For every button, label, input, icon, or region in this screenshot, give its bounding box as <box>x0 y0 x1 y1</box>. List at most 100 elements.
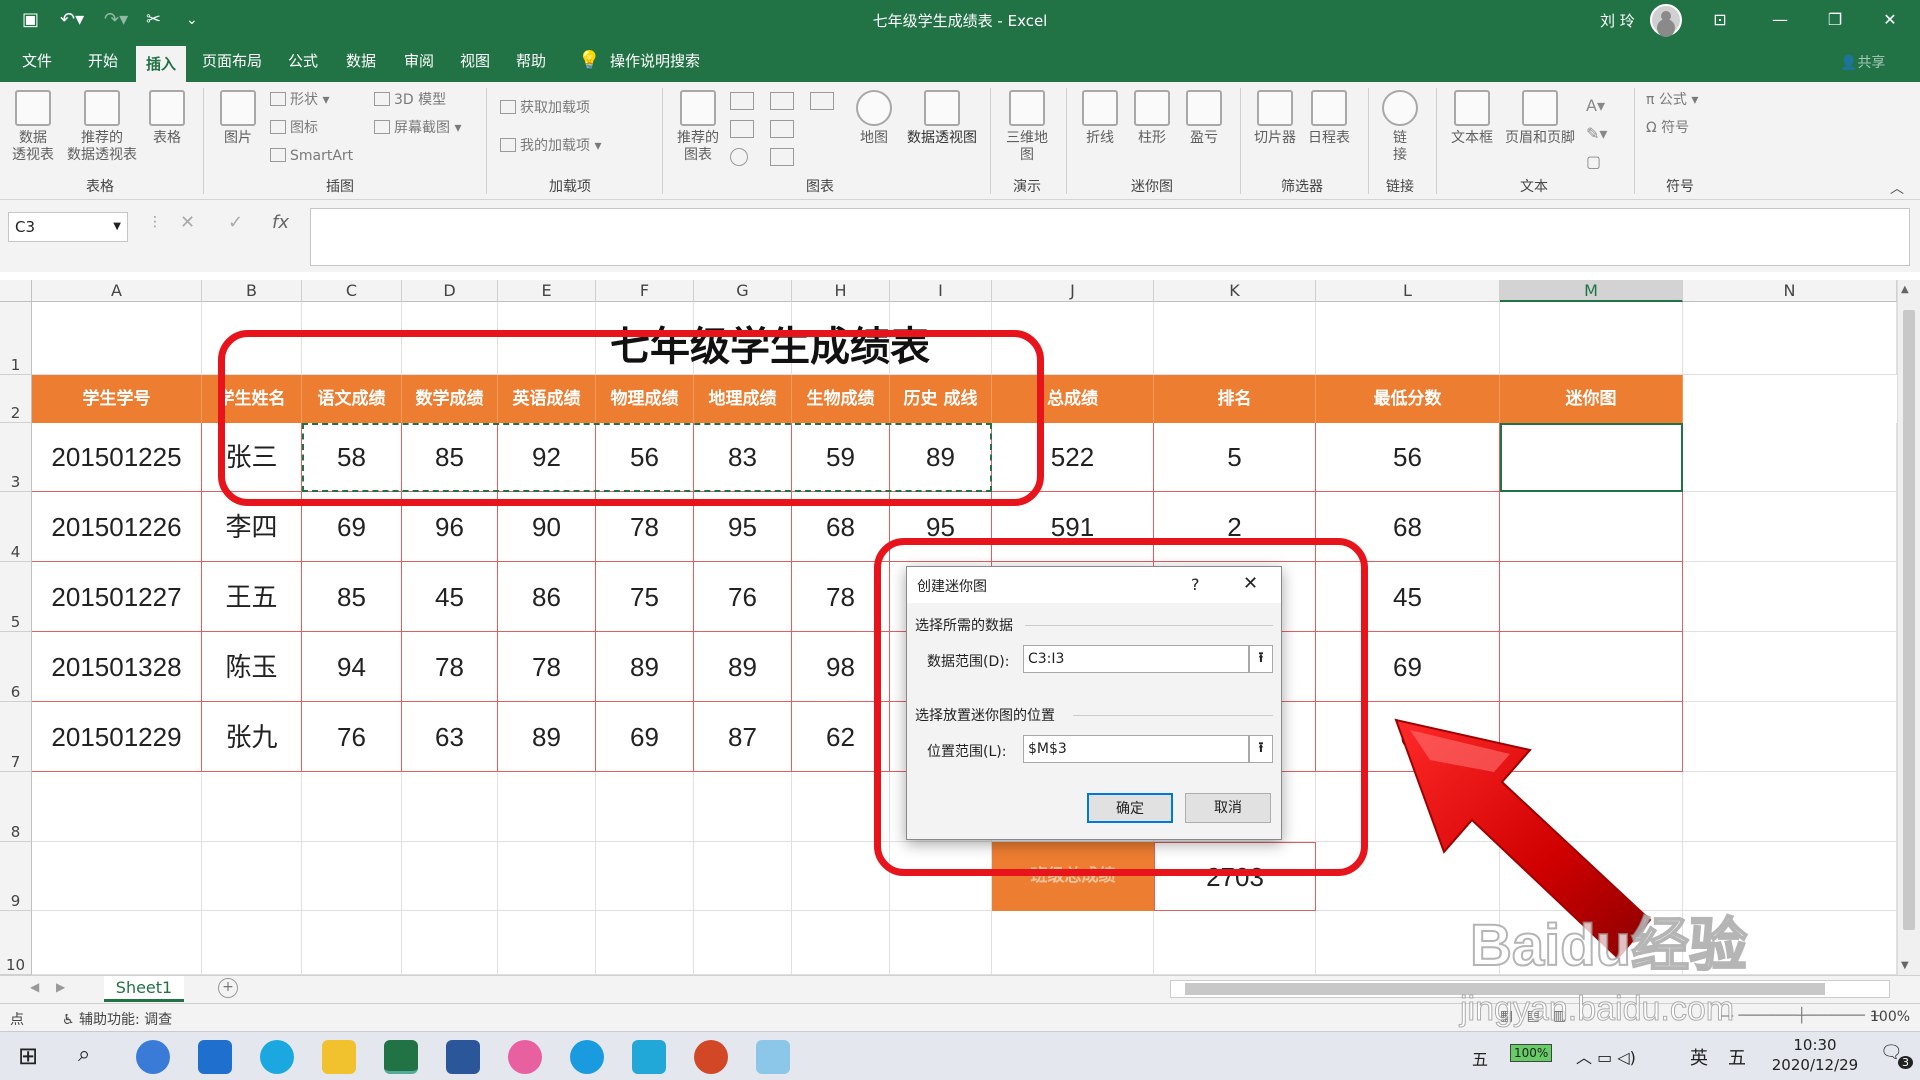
restore-icon[interactable]: ❐ <box>1815 6 1855 34</box>
cell[interactable] <box>302 772 402 842</box>
column-header-A[interactable]: A <box>32 280 202 302</box>
tab-help[interactable]: 帮助 <box>506 40 556 82</box>
clock-time[interactable]: 10:30 <box>1770 1036 1860 1054</box>
row-header-7[interactable]: 7 <box>0 702 32 772</box>
data-cell[interactable]: 85 <box>302 562 402 632</box>
cell[interactable] <box>32 911 202 975</box>
row-header-6[interactable]: 6 <box>0 632 32 702</box>
battery-indicator[interactable]: 100% <box>1510 1044 1553 1062</box>
cell[interactable] <box>1316 302 1500 375</box>
data-cell[interactable]: 王五 <box>202 562 302 632</box>
data-cell[interactable] <box>1500 632 1683 702</box>
link-button[interactable]: 链 接 <box>1378 90 1422 164</box>
scroll-up-icon[interactable]: ▲ <box>1901 284 1909 295</box>
name-box[interactable]: C3 ▼ <box>8 212 128 242</box>
sparkline-column-button[interactable]: 柱形 <box>1130 90 1174 147</box>
file-explorer-icon[interactable] <box>322 1040 356 1074</box>
cell[interactable] <box>32 772 202 842</box>
data-cell[interactable]: 94 <box>302 632 402 702</box>
data-cell[interactable]: 69 <box>596 702 694 772</box>
column-header-E[interactable]: E <box>498 280 596 302</box>
help-icon[interactable]: ? <box>1191 575 1200 594</box>
screenshot-button[interactable]: 屏幕截图 ▾ <box>374 118 461 138</box>
cell[interactable] <box>32 842 202 911</box>
data-cell[interactable] <box>1500 492 1683 562</box>
data-cell[interactable]: 86 <box>498 562 596 632</box>
row-header-5[interactable]: 5 <box>0 562 32 632</box>
location-range-collapse-button[interactable]: ⭱ <box>1249 735 1273 763</box>
app-l-icon[interactable] <box>136 1040 170 1074</box>
data-cell[interactable]: 76 <box>302 702 402 772</box>
data-cell[interactable]: 陈玉 <box>202 632 302 702</box>
column-header-C[interactable]: C <box>302 280 402 302</box>
column-chart-icon[interactable] <box>730 92 754 110</box>
tab-data[interactable]: 数据 <box>336 40 386 82</box>
recommended-pivot-button[interactable]: 推荐的 数据透视表 <box>62 90 142 164</box>
icons-button[interactable]: 图标 <box>270 118 318 138</box>
cell[interactable] <box>1683 423 1897 492</box>
cell[interactable] <box>202 772 302 842</box>
row-header-9[interactable]: 9 <box>0 842 32 911</box>
windows-start-icon[interactable]: ⊞ <box>18 1042 38 1070</box>
column-header-G[interactable]: G <box>694 280 792 302</box>
minimize-icon[interactable]: — <box>1760 6 1800 34</box>
textbox-button[interactable]: 文本框 <box>1448 90 1496 147</box>
word-icon[interactable] <box>446 1040 480 1074</box>
row-header-8[interactable]: 8 <box>0 772 32 842</box>
chart-types-gallery[interactable] <box>730 92 840 166</box>
collapse-ribbon-icon[interactable]: ︿ <box>1890 178 1904 198</box>
data-cell[interactable] <box>1500 562 1683 632</box>
data-cell[interactable]: 87 <box>694 702 792 772</box>
data-cell[interactable]: 63 <box>402 702 498 772</box>
tell-me-search[interactable]: 操作说明搜索 <box>600 40 710 82</box>
data-cell[interactable]: 201501229 <box>32 702 202 772</box>
scatter-chart-icon[interactable] <box>770 148 794 166</box>
header-cell[interactable]: 排名 <box>1154 375 1316 423</box>
column-header-L[interactable]: L <box>1316 280 1500 302</box>
excel-icon[interactable] <box>384 1040 418 1074</box>
cell[interactable] <box>202 842 302 911</box>
row-header-10[interactable]: 10 <box>0 911 32 975</box>
text-more-icons[interactable]: A▾ ✎▾ ▢ <box>1586 92 1607 176</box>
cell[interactable] <box>1683 702 1897 772</box>
accessibility-status[interactable]: ♿ 辅助功能: 调查 <box>62 1009 172 1029</box>
cell[interactable] <box>1500 302 1683 375</box>
equation-button[interactable]: π 公式 ▾ <box>1646 90 1698 110</box>
smartart-button[interactable]: SmartArt <box>270 146 353 166</box>
cell[interactable] <box>402 911 498 975</box>
ime-indicator[interactable]: 五 <box>1472 1046 1488 1070</box>
dialog-close-icon[interactable]: ✕ <box>1243 573 1258 594</box>
cell[interactable] <box>596 842 694 911</box>
row-header-4[interactable]: 4 <box>0 492 32 562</box>
scroll-down-icon[interactable]: ▼ <box>1901 960 1909 971</box>
ribbon-display-icon[interactable]: ⊡ <box>1700 6 1740 34</box>
tab-review[interactable]: 审阅 <box>394 40 444 82</box>
pictures-button[interactable]: 图片 <box>214 90 262 147</box>
data-cell[interactable]: 89 <box>498 702 596 772</box>
tab-home[interactable]: 开始 <box>78 40 128 82</box>
data-cell[interactable]: 78 <box>498 632 596 702</box>
cell[interactable] <box>1683 302 1897 375</box>
data-cell[interactable]: 89 <box>694 632 792 702</box>
app-book-icon[interactable] <box>756 1040 790 1074</box>
data-cell[interactable]: 78 <box>402 632 498 702</box>
column-header-J[interactable]: J <box>992 280 1154 302</box>
cell[interactable] <box>402 842 498 911</box>
search-icon[interactable]: ⌕ <box>78 1042 90 1067</box>
cell[interactable] <box>1683 562 1897 632</box>
column-header-D[interactable]: D <box>402 280 498 302</box>
cell[interactable] <box>596 911 694 975</box>
pivot-chart-button[interactable]: 数据透视图 <box>900 90 984 147</box>
user-name[interactable]: 刘 玲 <box>1600 10 1635 31</box>
cell[interactable] <box>992 911 1154 975</box>
cancel-entry-icon[interactable]: ✕ <box>180 212 195 233</box>
data-cell[interactable]: 56 <box>1316 423 1500 492</box>
cell[interactable] <box>1154 302 1316 375</box>
mail-icon[interactable] <box>198 1040 232 1074</box>
select-all-corner[interactable] <box>0 280 32 302</box>
data-range-collapse-button[interactable]: ⭱ <box>1249 645 1273 673</box>
avatar[interactable] <box>1650 4 1682 36</box>
column-header-F[interactable]: F <box>596 280 694 302</box>
app-screen-icon[interactable] <box>632 1040 666 1074</box>
app-drop-icon[interactable] <box>508 1040 542 1074</box>
